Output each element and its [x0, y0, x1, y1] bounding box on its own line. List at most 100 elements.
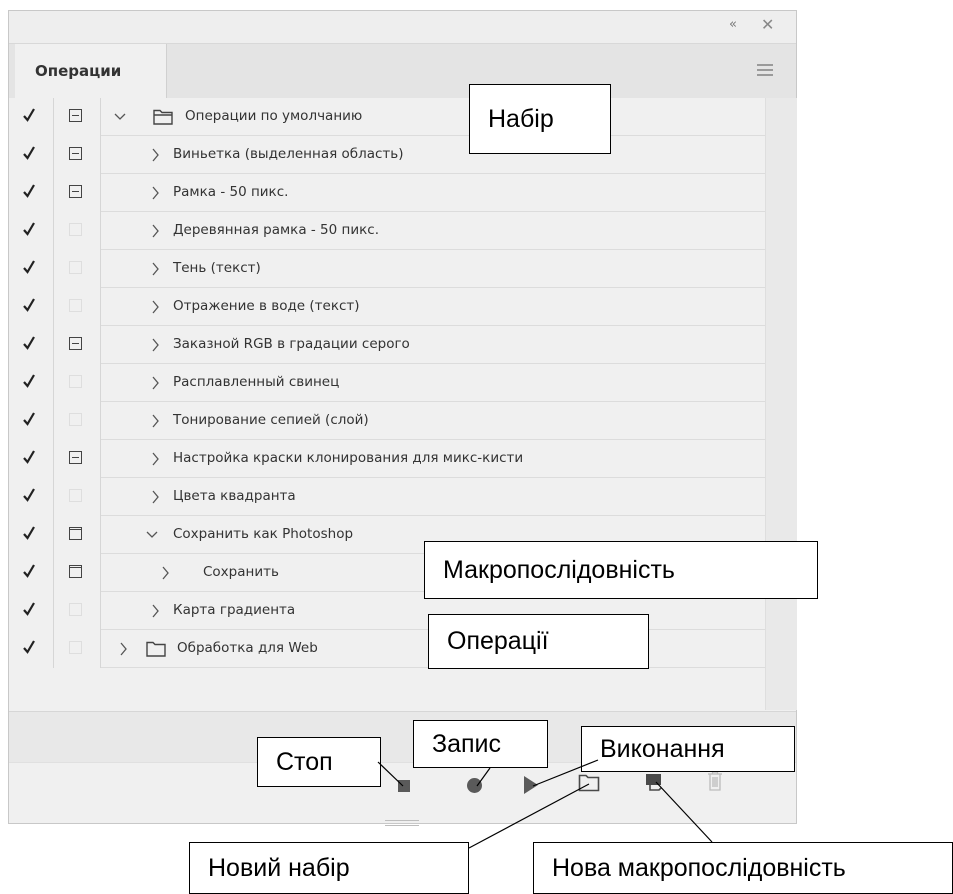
checkmark-icon[interactable] [23, 525, 35, 541]
dialog-toggle-icon[interactable] [69, 527, 82, 540]
toggle-column[interactable] [9, 516, 54, 554]
chevron-right-icon[interactable] [149, 452, 161, 466]
dialog-toggle-icon[interactable] [69, 223, 82, 236]
chevron-right-icon[interactable] [149, 186, 161, 200]
checkmark-icon[interactable] [23, 601, 35, 617]
stop-icon[interactable] [398, 780, 410, 792]
new-action-icon[interactable] [644, 772, 664, 792]
dialog-toggle-icon[interactable] [69, 299, 82, 312]
chevron-right-icon[interactable] [149, 414, 161, 428]
dialog-toggle-column[interactable] [55, 554, 101, 592]
dialog-toggle-column[interactable] [55, 250, 101, 288]
dialog-toggle-column[interactable] [55, 364, 101, 402]
checkmark-icon[interactable] [23, 259, 35, 275]
chevron-right-icon[interactable] [149, 300, 161, 314]
chevron-right-icon[interactable] [149, 338, 161, 352]
checkmark-icon[interactable] [23, 221, 35, 237]
chevron-right-icon[interactable] [149, 490, 161, 504]
checkmark-icon[interactable] [23, 183, 35, 199]
chevron-right-icon[interactable] [117, 642, 129, 656]
checkmark-icon[interactable] [23, 449, 35, 465]
dialog-toggle-icon[interactable] [69, 375, 82, 388]
toggle-column[interactable] [9, 592, 54, 630]
checkmark-icon[interactable] [23, 107, 35, 123]
action-row[interactable]: Рамка - 50 пикс. [9, 174, 765, 212]
action-row[interactable]: Расплавленный свинец [9, 364, 765, 402]
checkmark-icon[interactable] [23, 411, 35, 427]
dialog-toggle-column[interactable] [55, 98, 101, 136]
action-row[interactable]: Цвета квадранта [9, 478, 765, 516]
chevron-right-icon[interactable] [149, 376, 161, 390]
chevron-right-icon[interactable] [149, 224, 161, 238]
collapse-panel-icon[interactable]: « [729, 17, 737, 32]
dialog-toggle-column[interactable] [55, 136, 101, 174]
toggle-column[interactable] [9, 630, 54, 668]
action-row[interactable]: Виньетка (выделенная область) [9, 136, 765, 174]
toggle-column[interactable] [9, 478, 54, 516]
dialog-toggle-column[interactable] [55, 212, 101, 250]
tab-actions[interactable]: Операции [15, 44, 167, 99]
checkmark-icon[interactable] [23, 487, 35, 503]
checkmark-icon[interactable] [23, 145, 35, 161]
resize-grip[interactable] [385, 820, 419, 826]
action-row[interactable]: Настройка краски клонирования для микс-к… [9, 440, 765, 478]
toggle-column[interactable] [9, 440, 54, 478]
record-icon[interactable] [467, 778, 482, 793]
dialog-toggle-icon[interactable] [69, 109, 82, 122]
toggle-column[interactable] [9, 212, 54, 250]
new-set-folder-icon[interactable] [578, 772, 600, 792]
toggle-column[interactable] [9, 98, 54, 136]
panel-titlebar[interactable]: « ✕ [9, 11, 796, 43]
toggle-column[interactable] [9, 136, 54, 174]
chevron-right-icon[interactable] [159, 566, 171, 580]
dialog-toggle-column[interactable] [55, 478, 101, 516]
dialog-toggle-column[interactable] [55, 516, 101, 554]
dialog-toggle-column[interactable] [55, 288, 101, 326]
checkmark-icon[interactable] [23, 297, 35, 313]
action-row[interactable]: Отражение в воде (текст) [9, 288, 765, 326]
toggle-column[interactable] [9, 326, 54, 364]
close-panel-icon[interactable]: ✕ [761, 15, 774, 34]
trash-icon[interactable] [707, 770, 723, 792]
dialog-toggle-icon[interactable] [69, 185, 82, 198]
dialog-toggle-column[interactable] [55, 440, 101, 478]
dialog-toggle-icon[interactable] [69, 451, 82, 464]
action-set-row[interactable]: Обработка для Web [9, 630, 765, 668]
play-icon[interactable] [524, 776, 538, 794]
dialog-toggle-icon[interactable] [69, 413, 82, 426]
toggle-column[interactable] [9, 288, 54, 326]
toggle-column[interactable] [9, 250, 54, 288]
checkmark-icon[interactable] [23, 563, 35, 579]
action-set-row[interactable]: Операции по умолчанию [9, 98, 765, 136]
dialog-toggle-column[interactable] [55, 630, 101, 668]
chevron-down-icon[interactable] [146, 528, 158, 542]
scrollbar-track[interactable] [765, 98, 797, 710]
chevron-right-icon[interactable] [149, 604, 161, 618]
dialog-toggle-column[interactable] [55, 174, 101, 212]
dialog-toggle-column[interactable] [55, 592, 101, 630]
dialog-toggle-icon[interactable] [69, 147, 82, 160]
chevron-right-icon[interactable] [149, 262, 161, 276]
dialog-toggle-icon[interactable] [69, 261, 82, 274]
chevron-right-icon[interactable] [149, 148, 161, 162]
action-row[interactable]: Заказной RGB в градации серого [9, 326, 765, 364]
dialog-toggle-column[interactable] [55, 326, 101, 364]
hamburger-menu-icon[interactable] [757, 64, 773, 79]
dialog-toggle-icon[interactable] [69, 641, 82, 654]
action-row[interactable]: Деревянная рамка - 50 пикс. [9, 212, 765, 250]
checkmark-icon[interactable] [23, 639, 35, 655]
checkmark-icon[interactable] [23, 373, 35, 389]
chevron-down-icon[interactable] [114, 110, 126, 124]
toggle-column[interactable] [9, 364, 54, 402]
dialog-toggle-icon[interactable] [69, 337, 82, 350]
toggle-column[interactable] [9, 554, 54, 592]
dialog-toggle-icon[interactable] [69, 603, 82, 616]
action-row[interactable]: Тень (текст) [9, 250, 765, 288]
toggle-column[interactable] [9, 402, 54, 440]
checkmark-icon[interactable] [23, 335, 35, 351]
dialog-toggle-icon[interactable] [69, 565, 82, 578]
dialog-toggle-icon[interactable] [69, 489, 82, 502]
dialog-toggle-column[interactable] [55, 402, 101, 440]
toggle-column[interactable] [9, 174, 54, 212]
action-row[interactable]: Тонирование сепией (слой) [9, 402, 765, 440]
